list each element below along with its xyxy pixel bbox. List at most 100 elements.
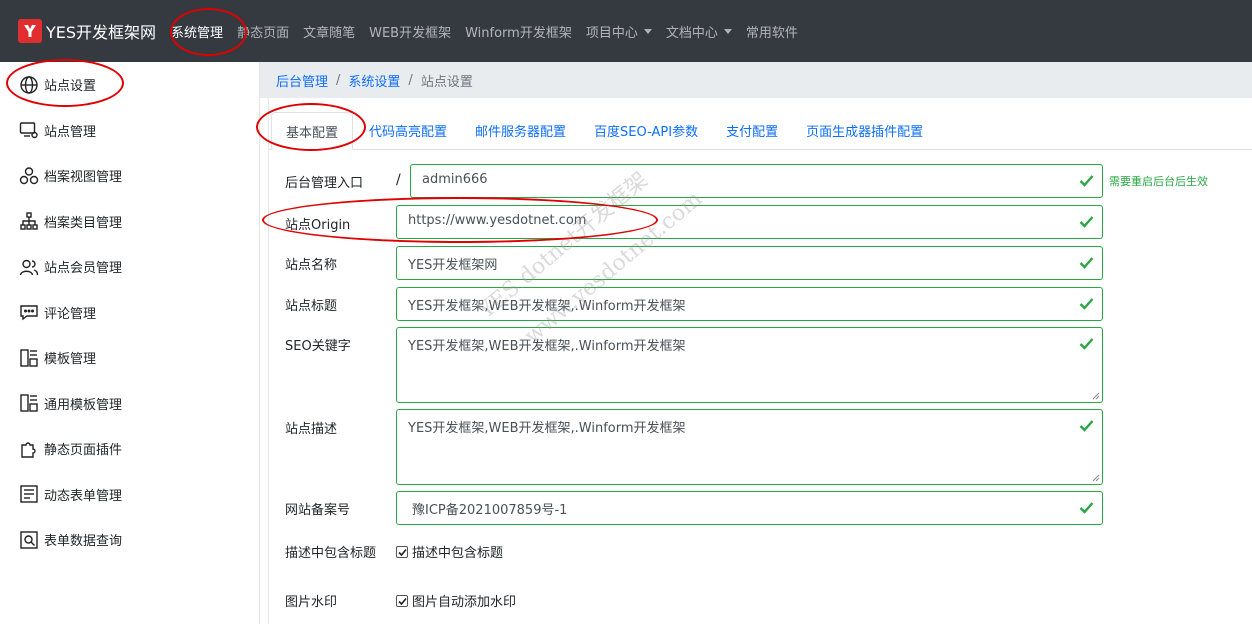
breadcrumb-link-admin[interactable]: 后台管理 (276, 71, 328, 90)
nav-doc-center[interactable]: 文档中心 (659, 0, 739, 62)
monitor-gear-icon (18, 119, 40, 141)
image-watermark-label: 图片水印 (285, 595, 338, 610)
form-row-admin-entry: 后台管理入口 / admin666 需要重启后台后生效 (285, 164, 1245, 198)
sidebar-item-archive-categories[interactable]: 档案类目管理 (0, 199, 259, 245)
tab-baidu-seo[interactable]: 百度SEO-API参数 (580, 111, 712, 149)
sidebar-item-label: 站点设置 (44, 79, 97, 95)
tab-label: 支付配置 (726, 124, 779, 140)
check-icon (1079, 257, 1094, 269)
nav-common-software[interactable]: 常用软件 (739, 0, 805, 62)
site-description-label: 站点描述 (285, 422, 338, 437)
nav-project-center[interactable]: 项目中心 (579, 0, 659, 62)
sidebar-item-form-data-query[interactable]: 表单数据查询 (0, 517, 259, 563)
nav-label: WEB开发框架 (369, 25, 452, 41)
check-icon (1079, 420, 1094, 432)
comment-icon (18, 301, 40, 323)
image-watermark-checkbox-label: 图片自动添加水印 (412, 595, 517, 610)
site-title-label: 站点标题 (285, 299, 338, 314)
desc-title-checkbox[interactable]: 描述中包含标题 (396, 542, 503, 561)
check-icon (1079, 298, 1094, 310)
breadcrumb: 后台管理 / 系统设置 / 站点设置 (260, 62, 1252, 98)
puzzle-icon (18, 438, 40, 460)
form-row-site-name: 站点名称 YES开发框架网 (285, 246, 1245, 280)
sidebar-item-label: 站点会员管理 (44, 261, 123, 277)
sidebar-item-label: 通用模板管理 (44, 397, 123, 413)
sidebar-item-site-settings[interactable]: 站点设置 (0, 62, 259, 108)
settings-panel: 基本配置 代码高亮配置 邮件服务器配置 百度SEO-API参数 支付配置 页面生… (268, 98, 1252, 624)
tab-label: 基本配置 (286, 125, 339, 141)
globe-icon (18, 74, 40, 96)
sidebar-item-label: 档案视图管理 (44, 170, 123, 186)
sitemap-icon (18, 210, 40, 232)
tab-basic[interactable]: 基本配置 (271, 112, 354, 150)
nav-winform-framework[interactable]: Winform开发框架 (458, 0, 579, 62)
site-name-input[interactable]: YES开发框架网 (396, 246, 1103, 280)
sidebar-item-label: 表单数据查询 (44, 534, 123, 550)
resize-handle-icon[interactable] (1092, 392, 1100, 400)
sidebar-item-site-management[interactable]: 站点管理 (0, 108, 259, 154)
form-row-origin: 站点Origin https://www.yesdotnet.com (285, 205, 1245, 239)
seo-keywords-value: YES开发框架,WEB开发框架,.Winform开发框架 (408, 339, 686, 354)
form-row-image-watermark: 图片水印 图片自动添加水印 (285, 589, 1245, 613)
nav-label: 系统管理 (171, 25, 224, 41)
form-row-site-description: 站点描述 YES开发框架,WEB开发框架,.Winform开发框架 (285, 409, 1245, 485)
nav-static-pages[interactable]: 静态页面 (230, 0, 296, 62)
admin-entry-prefix: / (396, 172, 401, 188)
check-icon (1079, 502, 1094, 514)
image-watermark-checkbox[interactable]: 图片自动添加水印 (396, 591, 516, 610)
admin-entry-label: 后台管理入口 (285, 176, 364, 191)
tab-label: 代码高亮配置 (369, 124, 448, 140)
form-row-seo-keywords: SEO关键字 YES开发框架,WEB开发框架,.Winform开发框架 (285, 327, 1245, 403)
tab-page-generator[interactable]: 页面生成器插件配置 (792, 111, 937, 149)
nav-label: 静态页面 (237, 25, 290, 41)
tab-label: 页面生成器插件配置 (806, 124, 924, 140)
desc-title-checkbox-label: 描述中包含标题 (412, 546, 504, 561)
sidebar-item-common-templates[interactable]: 通用模板管理 (0, 381, 259, 427)
admin-entry-input[interactable]: admin666 (410, 164, 1103, 198)
sidebar-item-archive-views[interactable]: 档案视图管理 (0, 153, 259, 199)
sidebar-item-label: 档案类目管理 (44, 215, 123, 231)
icp-input[interactable]: 豫ICP备2021007859号-1 (396, 491, 1103, 525)
icp-value: 豫ICP备2021007859号-1 (412, 503, 568, 518)
sidebar-item-label: 评论管理 (44, 306, 97, 322)
origin-label: 站点Origin (285, 218, 351, 233)
breadcrumb-link-system[interactable]: 系统设置 (348, 71, 400, 90)
sidebar-item-comments[interactable]: 评论管理 (0, 290, 259, 336)
seo-keywords-textarea[interactable]: YES开发框架,WEB开发框架,.Winform开发框架 (396, 327, 1103, 403)
checkbox-box[interactable] (396, 594, 408, 607)
brand[interactable]: YES开发框架网 (18, 19, 156, 43)
form-row-site-title: 站点标题 YES开发框架,WEB开发框架,.Winform开发框架 (285, 287, 1245, 321)
resize-handle-icon[interactable] (1092, 474, 1100, 482)
site-title-input[interactable]: YES开发框架,WEB开发框架,.Winform开发框架 (396, 287, 1103, 321)
brand-name: YES开发框架网 (46, 23, 157, 42)
tab-payment[interactable]: 支付配置 (712, 111, 792, 149)
desc-title-label: 描述中包含标题 (285, 546, 377, 561)
sidebar-item-members[interactable]: 站点会员管理 (0, 244, 259, 290)
nav-articles[interactable]: 文章随笔 (296, 0, 362, 62)
checkbox-box[interactable] (396, 545, 408, 558)
sidebar-item-templates[interactable]: 模板管理 (0, 335, 259, 381)
tab-code-highlight[interactable]: 代码高亮配置 (353, 111, 461, 149)
admin-entry-hint: 需要重启后台后生效 (1109, 175, 1208, 188)
breadcrumb-current: 站点设置 (420, 74, 473, 90)
nav-label: 文章随笔 (303, 25, 356, 41)
site-description-textarea[interactable]: YES开发框架,WEB开发框架,.Winform开发框架 (396, 409, 1103, 485)
admin-entry-value: admin666 (422, 172, 488, 187)
tab-mail-server[interactable]: 邮件服务器配置 (461, 111, 580, 149)
origin-input[interactable]: https://www.yesdotnet.com (396, 205, 1103, 239)
sidebar-item-dynamic-forms[interactable]: 动态表单管理 (0, 472, 259, 518)
sidebar-item-static-plugins[interactable]: 静态页面插件 (0, 426, 259, 472)
nav-label: 常用软件 (745, 25, 798, 41)
form-row-icp: 网站备案号 豫ICP备2021007859号-1 (285, 491, 1245, 525)
nav-system-management[interactable]: 系统管理 (164, 0, 230, 62)
checkmark-icon (398, 597, 407, 605)
top-navbar: YES开发框架网 系统管理 静态页面 文章随笔 WEB开发框架 Winform开… (0, 0, 1252, 62)
form-row-desc-title: 描述中包含标题 描述中包含标题 (285, 540, 1245, 564)
sidebar-item-label: 动态表单管理 (44, 488, 123, 504)
nav-web-framework[interactable]: WEB开发框架 (362, 0, 458, 62)
tab-label: 百度SEO-API参数 (594, 124, 699, 140)
check-icon (1079, 216, 1094, 228)
checkmark-icon (398, 548, 407, 556)
nav-label: 文档中心 (665, 25, 718, 41)
origin-value: https://www.yesdotnet.com (408, 213, 587, 228)
